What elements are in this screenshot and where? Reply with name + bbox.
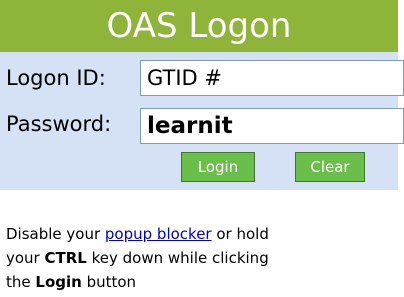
note-text: Disable your bbox=[6, 225, 105, 243]
password-row: Password: bbox=[0, 104, 404, 150]
logon-id-label: Logon ID: bbox=[6, 66, 106, 90]
password-label: Password: bbox=[6, 112, 112, 136]
note-text: key down while clicking bbox=[86, 249, 269, 267]
login-word-text: Login bbox=[35, 273, 82, 291]
logon-id-input[interactable] bbox=[140, 60, 404, 96]
popup-blocker-link[interactable]: popup blocker bbox=[105, 225, 212, 243]
note-text: your bbox=[6, 249, 45, 267]
note-text: button bbox=[81, 273, 137, 291]
ctrl-key-text: CTRL bbox=[44, 249, 87, 267]
note-text: or hold bbox=[211, 225, 269, 243]
panel-title: OAS Logon bbox=[0, 0, 398, 52]
logon-id-row: Logon ID: bbox=[0, 56, 404, 102]
logon-panel: OAS Logon Logon ID: Password: Login Clea… bbox=[0, 0, 404, 190]
note-text: the bbox=[6, 273, 36, 291]
clear-button[interactable]: Clear bbox=[295, 152, 365, 182]
login-button[interactable]: Login bbox=[181, 152, 255, 182]
password-input[interactable] bbox=[140, 108, 404, 144]
popup-note: Disable your popup blocker or hold your … bbox=[6, 222, 402, 294]
